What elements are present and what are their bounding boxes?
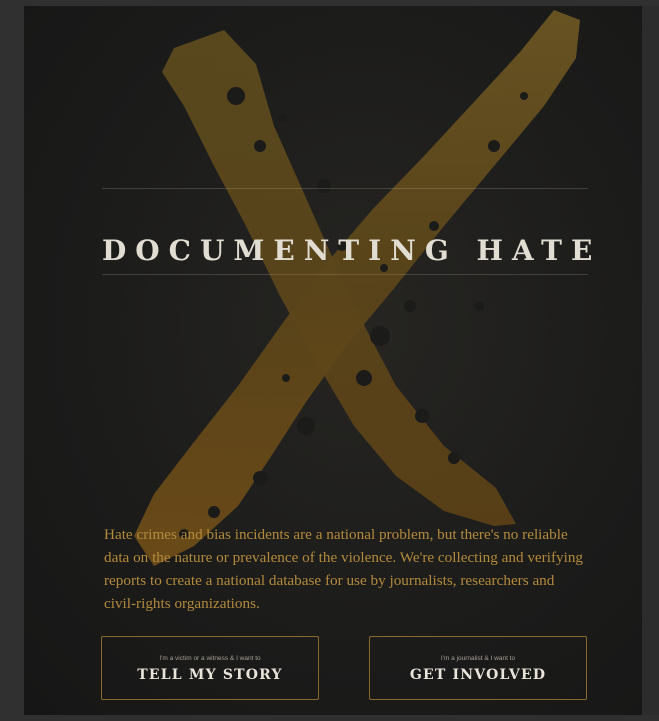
page-title: DOCUMENTING HATE [102,233,602,267]
get-involved-caption: I'm a journalist & I want to [440,655,516,662]
hero-panel: DOCUMENTING HATE Hate crimes and bias in… [24,6,642,715]
get-involved-button[interactable]: I'm a journalist & I want to GET INVOLVE… [369,636,587,700]
title-divider-bottom [102,274,588,275]
title-divider-top [102,188,588,189]
right-edge [642,6,659,715]
tell-my-story-button[interactable]: I'm a victim or a witness & I want to TE… [101,636,319,700]
get-involved-label: GET INVOLVED [409,667,547,683]
tell-my-story-caption: I'm a victim or a witness & I want to [159,655,261,662]
intro-paragraph: Hate crimes and bias incidents are a nat… [104,526,584,613]
tell-my-story-label: TELL MY STORY [137,667,283,683]
